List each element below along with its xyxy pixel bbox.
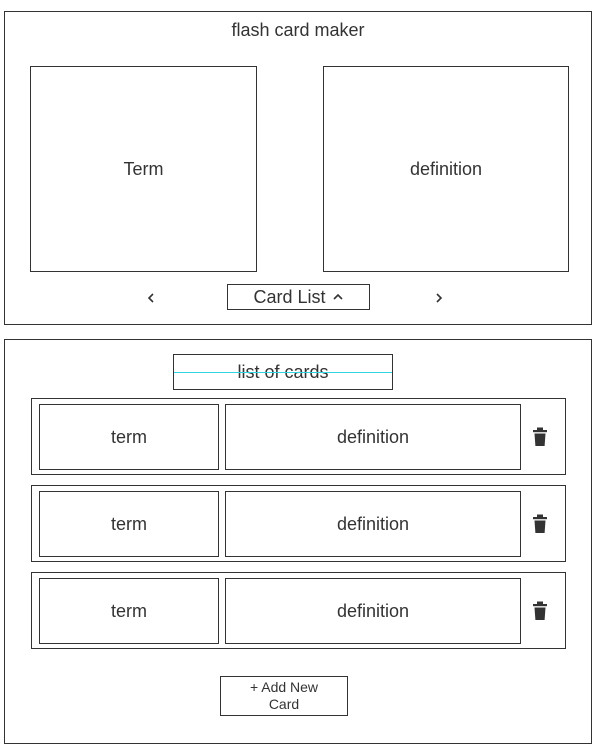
row-definition-cell[interactable]: definition: [225, 491, 521, 557]
add-new-card-button[interactable]: + Add New Card: [220, 676, 348, 716]
term-card[interactable]: Term: [30, 66, 257, 272]
row-definition-text: definition: [336, 513, 410, 534]
row-term-text: term: [111, 600, 147, 621]
chevron-left-icon: [147, 293, 154, 303]
definition-card[interactable]: definition: [323, 66, 569, 272]
card-list-button[interactable]: Card List: [227, 284, 370, 310]
row-term-cell[interactable]: term: [39, 491, 219, 557]
definition-card-label: definition: [409, 158, 483, 179]
next-card-button[interactable]: [429, 286, 449, 310]
chevron-up-icon: [332, 293, 343, 300]
row-definition-cell[interactable]: definition: [225, 404, 521, 470]
app-title: flash card maker: [231, 20, 365, 40]
card-row: term definition: [31, 398, 566, 475]
card-list-panel: list of cards term definition term defin…: [4, 339, 592, 744]
card-list-label: Card List: [253, 286, 326, 307]
row-definition-cell[interactable]: definition: [225, 578, 521, 644]
row-term-text: term: [111, 426, 147, 447]
trash-icon[interactable]: [532, 514, 548, 534]
add-new-card-label: + Add New Card: [249, 679, 319, 712]
chevron-right-icon: [436, 293, 443, 303]
title-guide-line: [174, 372, 392, 373]
row-term-text: term: [111, 513, 147, 534]
term-card-label: Term: [123, 158, 164, 179]
card-row: term definition: [31, 572, 566, 649]
prev-card-button[interactable]: [141, 286, 161, 310]
flashcard-panel: flash card maker Term definition Card Li…: [4, 11, 592, 325]
row-term-cell[interactable]: term: [39, 578, 219, 644]
row-definition-text: definition: [336, 600, 410, 621]
row-definition-text: definition: [336, 426, 410, 447]
trash-icon[interactable]: [532, 427, 548, 447]
card-list-title: list of cards: [173, 354, 393, 390]
trash-icon[interactable]: [532, 601, 548, 621]
row-term-cell[interactable]: term: [39, 404, 219, 470]
card-row: term definition: [31, 485, 566, 562]
